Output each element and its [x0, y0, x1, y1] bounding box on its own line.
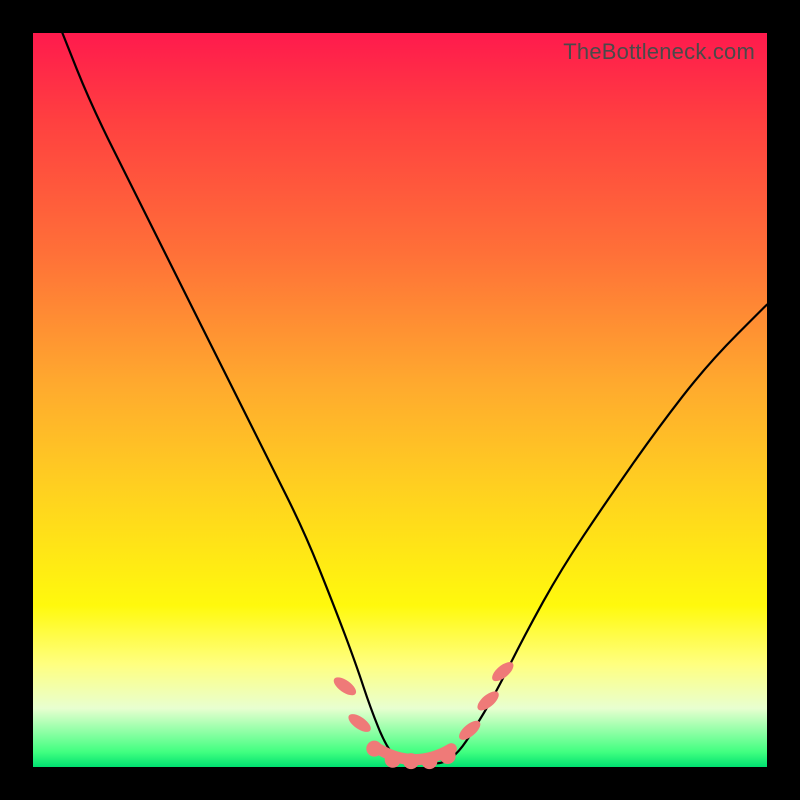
curve-marker-8 [474, 688, 502, 714]
curve-marker-5 [421, 753, 437, 769]
curve-marker-3 [385, 752, 401, 768]
bottleneck-curve [62, 33, 767, 763]
curve-layer [33, 33, 767, 767]
chart-frame: TheBottleneck.com [0, 0, 800, 800]
curve-marker-2 [366, 741, 382, 757]
curve-marker-6 [440, 748, 456, 764]
plot-area: TheBottleneck.com [33, 33, 767, 767]
curve-marker-1 [346, 711, 374, 736]
curve-marker-4 [403, 753, 419, 769]
curve-marker-0 [331, 674, 359, 699]
